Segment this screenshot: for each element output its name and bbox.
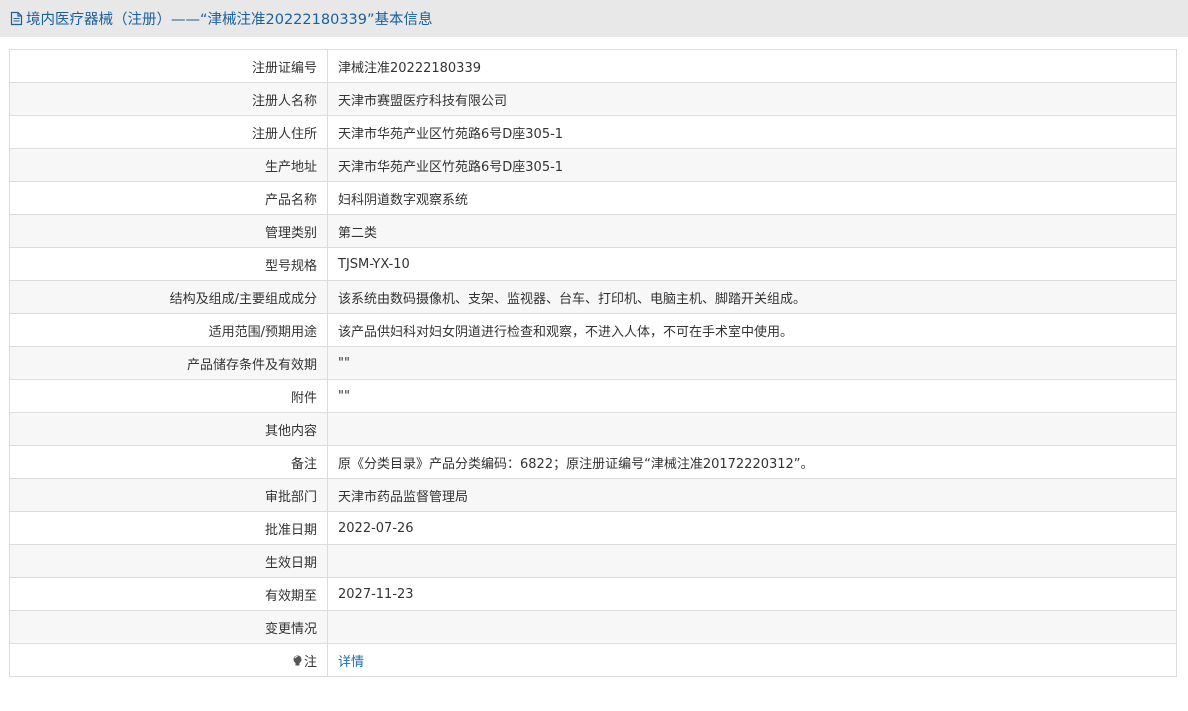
table-row: 注册人住所 天津市华苑产业区竹苑路6号D座305-1 (9, 115, 1177, 149)
row-value: 天津市药品监督管理局 (327, 478, 1177, 512)
row-value: 妇科阴道数字观察系统 (327, 181, 1177, 215)
row-label: 产品储存条件及有效期 (9, 346, 328, 380)
table-row: 注册人名称 天津市赛盟医疗科技有限公司 (9, 82, 1177, 116)
row-value: "" (327, 346, 1177, 380)
table-row: 生效日期 (9, 544, 1177, 578)
table-row: 型号规格 TJSM-YX-10 (9, 247, 1177, 281)
row-label: 注册证编号 (9, 49, 328, 83)
row-label: 适用范围/预期用途 (9, 313, 328, 347)
row-label: 附件 (9, 379, 328, 413)
row-value: 该产品供妇科对妇女阴道进行检查和观察，不进入人体，不可在手术室中使用。 (327, 313, 1177, 347)
row-value: 天津市赛盟医疗科技有限公司 (327, 82, 1177, 116)
row-value: 原《分类目录》产品分类编码：6822；原注册证编号“津械注准2017222031… (327, 445, 1177, 479)
note-label: 注 (303, 654, 317, 670)
details-link[interactable]: 详情 (338, 655, 364, 670)
row-value (327, 610, 1177, 644)
document-icon (10, 11, 23, 26)
table-row-note: 注 详情 (9, 643, 1177, 677)
row-value: 第二类 (327, 214, 1177, 248)
row-label: 变更情况 (9, 610, 328, 644)
page-title-bar: 境内医疗器械（注册）——“津械注准20222180339”基本信息 (0, 0, 1188, 37)
row-value: TJSM-YX-10 (327, 247, 1177, 281)
table-row: 附件 "" (9, 379, 1177, 413)
row-value (327, 412, 1177, 446)
row-label: 生效日期 (9, 544, 328, 578)
info-table-container: 注册证编号 津械注准20222180339 注册人名称 天津市赛盟医疗科技有限公司 注册… (9, 49, 1177, 677)
row-value: 天津市华苑产业区竹苑路6号D座305-1 (327, 148, 1177, 182)
info-table: 注册证编号 津械注准20222180339 注册人名称 天津市赛盟医疗科技有限公司 注册… (9, 49, 1177, 677)
row-value: 该系统由数码摄像机、支架、监视器、台车、打印机、电脑主机、脚踏开关组成。 (327, 280, 1177, 314)
row-value: "" (327, 379, 1177, 413)
row-label: 生产地址 (9, 148, 328, 182)
row-value: 津械注准20222180339 (327, 49, 1177, 83)
table-row: 生产地址 天津市华苑产业区竹苑路6号D座305-1 (9, 148, 1177, 182)
table-row: 管理类别 第二类 (9, 214, 1177, 248)
table-row: 有效期至 2027-11-23 (9, 577, 1177, 611)
table-row: 审批部门 天津市药品监督管理局 (9, 478, 1177, 512)
lightbulb-icon (292, 655, 303, 667)
row-label: 备注 (9, 445, 328, 479)
row-label: 注册人名称 (9, 82, 328, 116)
table-row: 产品名称 妇科阴道数字观察系统 (9, 181, 1177, 215)
row-label: 其他内容 (9, 412, 328, 446)
table-row: 变更情况 (9, 610, 1177, 644)
table-row: 结构及组成/主要组成成分 该系统由数码摄像机、支架、监视器、台车、打印机、电脑主机… (9, 280, 1177, 314)
table-row: 注册证编号 津械注准20222180339 (9, 49, 1177, 83)
row-label: 有效期至 (9, 577, 328, 611)
row-value: 2022-07-26 (327, 511, 1177, 545)
table-row: 适用范围/预期用途 该产品供妇科对妇女阴道进行检查和观察，不进入人体，不可在手术室… (9, 313, 1177, 347)
note-value-cell: 详情 (327, 643, 1177, 677)
row-label: 批准日期 (9, 511, 328, 545)
note-label-cell: 注 (9, 643, 328, 677)
row-label: 注册人住所 (9, 115, 328, 149)
table-row: 批准日期 2022-07-26 (9, 511, 1177, 545)
row-label: 型号规格 (9, 247, 328, 281)
table-row: 其他内容 (9, 412, 1177, 446)
row-label: 管理类别 (9, 214, 328, 248)
row-value (327, 544, 1177, 578)
row-label: 审批部门 (9, 478, 328, 512)
row-value: 2027-11-23 (327, 577, 1177, 611)
row-label: 结构及组成/主要组成成分 (9, 280, 328, 314)
table-row: 产品储存条件及有效期 "" (9, 346, 1177, 380)
row-value: 天津市华苑产业区竹苑路6号D座305-1 (327, 115, 1177, 149)
row-label: 产品名称 (9, 181, 328, 215)
page-title: 境内医疗器械（注册）——“津械注准20222180339”基本信息 (26, 12, 433, 28)
table-row: 备注 原《分类目录》产品分类编码：6822；原注册证编号“津械注准20172220… (9, 445, 1177, 479)
